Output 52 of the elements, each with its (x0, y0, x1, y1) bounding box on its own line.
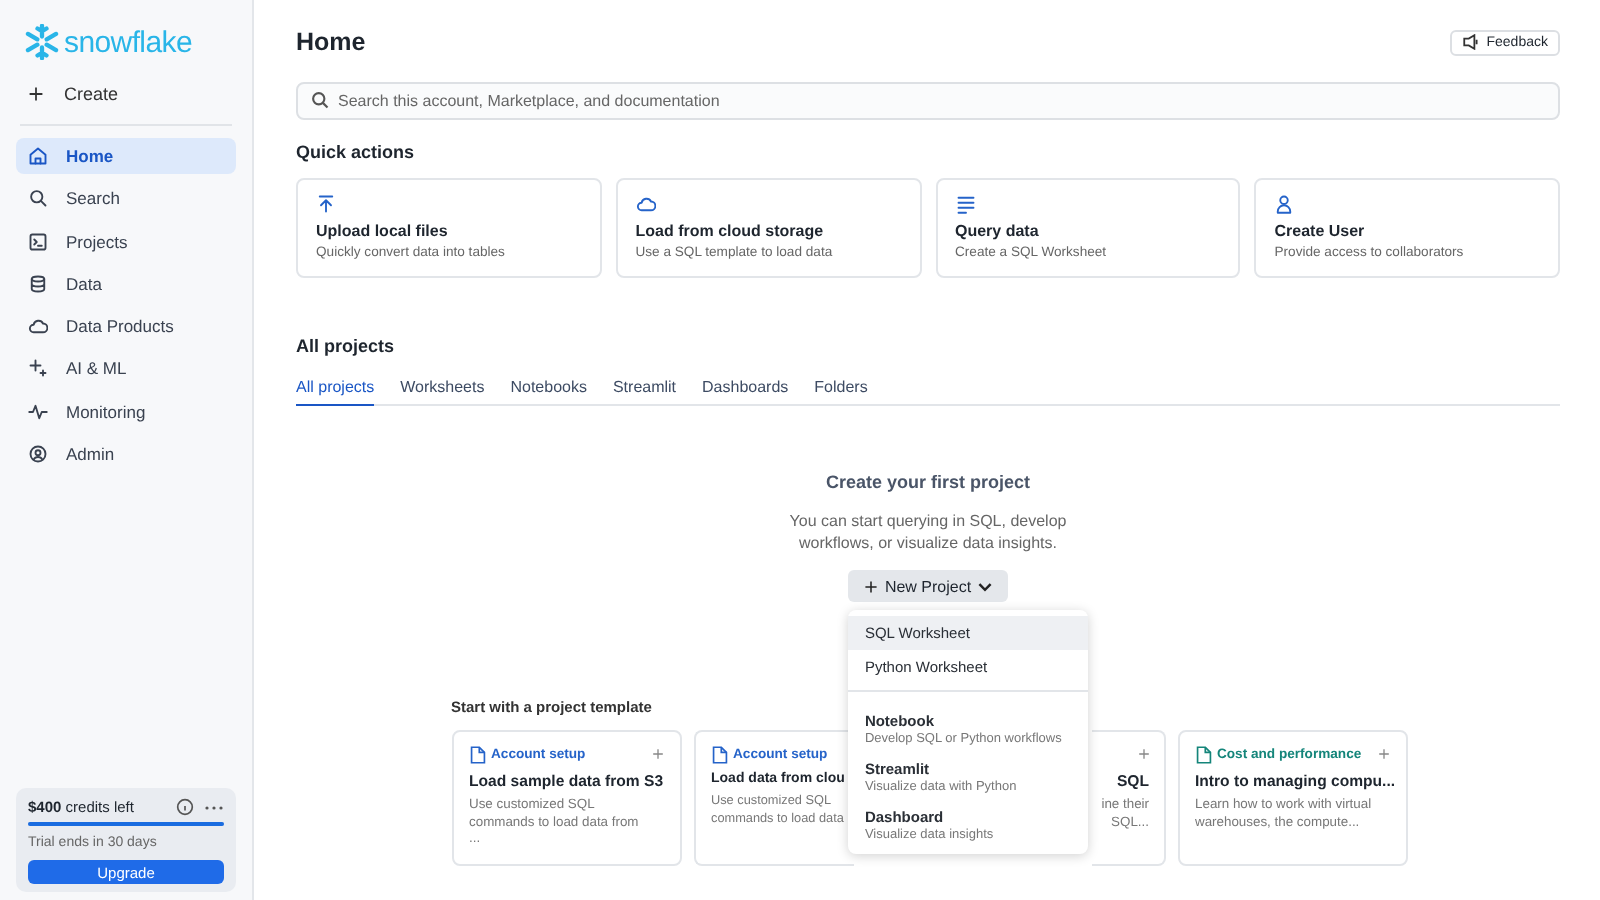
card-title: Create User (1274, 222, 1367, 240)
lines-icon (955, 194, 975, 214)
search-field[interactable]: Search this account, Marketplace, and documentation (296, 82, 1560, 120)
cloud-icon (28, 316, 48, 337)
nav-item[interactable]: Data Products (16, 308, 236, 345)
card-title: Query data (955, 222, 1041, 240)
brand-name: snowflake (64, 25, 193, 59)
plus-icon[interactable] (28, 86, 44, 102)
add-icon[interactable] (1137, 748, 1149, 760)
search-icon (28, 188, 48, 209)
nav-item[interactable]: AI & ML (16, 350, 236, 387)
user-icon (1274, 194, 1295, 214)
cylinder-icon (28, 273, 48, 294)
home-icon (28, 146, 48, 166)
add-icon[interactable] (1377, 748, 1389, 760)
create-button[interactable]: Create (28, 80, 236, 108)
upload-icon (316, 194, 336, 214)
card-title: Load from cloud storage (635, 222, 826, 240)
new-project-button[interactable]: New Project (848, 570, 1008, 602)
document-icon (1195, 745, 1211, 763)
nav-item[interactable]: Search (16, 180, 236, 217)
tab[interactable]: Folders (814, 374, 868, 406)
nav-item[interactable]: Projects (16, 223, 236, 260)
page-title: Home (296, 28, 366, 56)
tab[interactable]: Notebooks (510, 374, 587, 406)
nav-item[interactable]: Admin (16, 436, 236, 473)
terminal-icon (28, 231, 48, 252)
info-icon[interactable] (176, 798, 194, 816)
tab[interactable]: Dashboards (702, 374, 789, 406)
add-icon[interactable] (651, 748, 663, 760)
section-title: Quick actions (296, 142, 417, 162)
search-icon (310, 90, 330, 110)
nav-item[interactable]: Data (16, 265, 236, 302)
sparkle-icon (28, 358, 48, 379)
tab[interactable]: Worksheets (400, 374, 485, 406)
document-icon (711, 745, 727, 763)
pulse-icon (28, 401, 48, 422)
snowflake-logo-icon (24, 24, 60, 60)
tab[interactable]: Streamlit (612, 374, 677, 406)
more-icon[interactable] (204, 803, 224, 811)
cloud-icon (635, 194, 656, 214)
nav-item[interactable]: Home (16, 138, 236, 174)
chevron-down-icon (977, 581, 992, 591)
card-title: Upload local files (316, 222, 450, 240)
document-icon (469, 745, 485, 763)
empty-description: You can start querying in SQL, develop workflows, or visualize data insights. (787, 510, 1069, 554)
megaphone-icon (1462, 34, 1481, 50)
section-title: All projects (296, 336, 397, 356)
plus-icon[interactable] (864, 579, 879, 593)
nav-item[interactable]: Monitoring (16, 393, 236, 430)
tab[interactable]: All projects (296, 374, 375, 406)
empty-title: Create your first project (825, 472, 1031, 492)
